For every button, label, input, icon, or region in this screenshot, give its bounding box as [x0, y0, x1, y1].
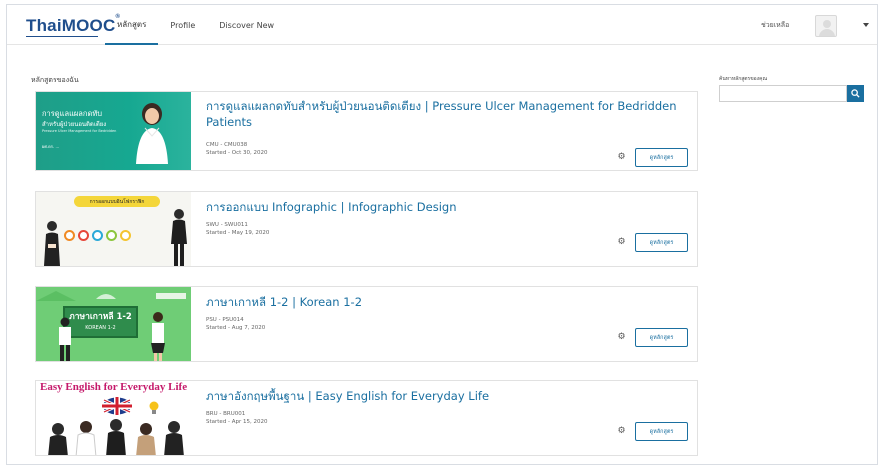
uk-flag-icon	[102, 397, 132, 415]
student-left-illustration	[59, 317, 71, 361]
thumb-headline: Easy English for Everyday Life	[40, 381, 188, 393]
tab-discover-new[interactable]: Discover New	[207, 5, 286, 45]
presenter-right-illustration	[171, 209, 187, 266]
search-icon	[851, 89, 860, 98]
course-title-link[interactable]: ภาษาอังกฤษพื้นฐาน | Easy English for Eve…	[206, 388, 686, 404]
course-started: Started - Aug 7, 2020	[206, 325, 266, 331]
view-course-button[interactable]: ดูหลักสูตร	[635, 422, 688, 441]
search-button[interactable]	[847, 85, 864, 102]
top-header: ThaiMOOC® หลักสูตร Profile Discover New …	[7, 5, 877, 45]
course-title-link[interactable]: การออกแบบ Infographic | Infographic Desi…	[206, 199, 686, 215]
logo-text: ThaiMOOC	[26, 16, 116, 35]
tab-profile-label: Profile	[170, 20, 196, 30]
skyline-illustration	[36, 291, 186, 301]
course-card: การดูแลแผลกดทับ สำหรับผู้ป่วยนอนติดเตียง…	[35, 91, 698, 171]
tab-courses[interactable]: หลักสูตร	[105, 5, 159, 45]
caret-down-icon[interactable]	[863, 23, 869, 27]
course-card: ภาษาเกาหลี 1-2 KOREAN 1-2 ภาษาเกาหลี 1-2…	[35, 286, 698, 362]
thumb-dots	[64, 230, 131, 241]
course-thumbnail[interactable]: การดูแลแผลกดทับ สำหรับผู้ป่วยนอนติดเตียง…	[36, 92, 191, 170]
view-course-button[interactable]: ดูหลักสูตร	[635, 148, 688, 167]
lightbulb-icon	[149, 401, 159, 414]
user-avatar-icon[interactable]	[815, 15, 837, 37]
course-card: การออกแบบอินโฟกราฟิก การออกแบบ Infograph…	[35, 191, 698, 267]
thumb-line: Pressure Ulcer Management for Bedridden	[42, 129, 117, 133]
course-started: Started - Oct 30, 2020	[206, 150, 268, 156]
people-group-illustration	[48, 419, 184, 455]
course-started: Started - May 19, 2020	[206, 230, 270, 236]
course-thumbnail[interactable]: ภาษาเกาหลี 1-2 KOREAN 1-2	[36, 287, 191, 361]
presenter-left-illustration	[44, 221, 60, 266]
instructor-illustration	[136, 103, 168, 164]
course-title-link[interactable]: ภาษาเกาหลี 1-2 | Korean 1-2	[206, 294, 686, 310]
help-link[interactable]: ช่วยเหลือ	[761, 20, 789, 31]
tab-discover-new-label: Discover New	[219, 20, 275, 30]
section-title: หลักสูตรของฉัน	[31, 76, 79, 84]
student-right-illustration	[151, 312, 165, 361]
thumb-board: ภาษาเกาหลี 1-2 KOREAN 1-2	[63, 306, 138, 338]
app-frame: ThaiMOOC® หลักสูตร Profile Discover New …	[6, 4, 878, 465]
view-course-button[interactable]: ดูหลักสูตร	[635, 233, 688, 252]
course-card: Easy English for Everyday Life ภาษาอังกฤ…	[35, 380, 698, 456]
view-course-button[interactable]: ดูหลักสูตร	[635, 328, 688, 347]
logo-underline	[26, 36, 98, 37]
gear-icon[interactable]: ⚙	[617, 238, 626, 247]
gear-icon[interactable]: ⚙	[617, 333, 626, 342]
thumb-line: สำหรับผู้ป่วยนอนติดเตียง	[42, 121, 107, 128]
thumb-board-title: ภาษาเกาหลี 1-2	[69, 312, 132, 322]
thumb-banner: การออกแบบอินโฟกราฟิก	[74, 196, 160, 207]
main-nav: หลักสูตร Profile Discover New	[105, 5, 286, 45]
gear-icon[interactable]: ⚙	[617, 427, 626, 436]
gear-icon[interactable]: ⚙	[617, 153, 626, 162]
course-title-link[interactable]: การดูแลแผลกดทับสำหรับผู้ป่วยนอนติดเตียง …	[206, 98, 686, 130]
thumb-line: ผศ.ดร. ...	[42, 144, 60, 149]
course-started: Started - Apr 15, 2020	[206, 419, 268, 425]
search-label: ค้นหาหลักสูตรของคุณ	[719, 76, 768, 82]
tab-profile[interactable]: Profile	[158, 5, 207, 45]
course-thumbnail[interactable]: Easy English for Everyday Life	[36, 381, 191, 455]
course-thumbnail[interactable]: การออกแบบอินโฟกราฟิก	[36, 192, 191, 266]
thumb-board-sub: KOREAN 1-2	[85, 325, 116, 331]
course-search-input[interactable]	[719, 85, 847, 102]
tab-courses-label: หลักสูตร	[117, 19, 147, 29]
